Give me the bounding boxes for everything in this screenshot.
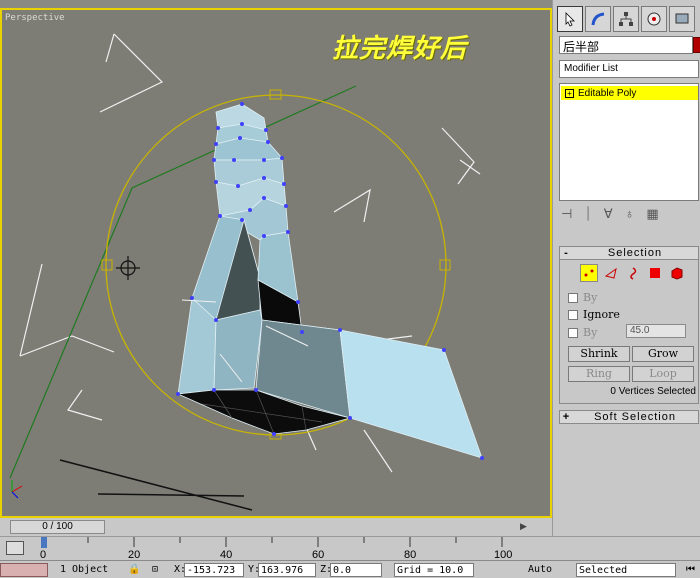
element-mode-icon[interactable] <box>668 264 686 282</box>
cursor-icon <box>565 12 575 27</box>
configure-sets-icon[interactable]: ▦ <box>646 206 658 222</box>
x-label: X: <box>174 564 187 575</box>
status-bar: 1 Object 🔒 ⊡ X: -153.723 Y: 163.976 Z: 0… <box>0 560 700 578</box>
motion-tab[interactable] <box>641 6 667 32</box>
shrink-button[interactable]: Shrink <box>568 346 630 362</box>
expand-icon[interactable]: + <box>565 88 574 98</box>
expand-icon: + <box>562 411 570 423</box>
soft-selection-title: Soft Selection <box>594 411 676 423</box>
subobject-icons <box>580 264 686 282</box>
y-coordinate-field[interactable]: 163.976 <box>258 563 316 577</box>
max-window: Perspective 拉完焊好后 后半部 Modifier List + Ed… <box>0 0 700 578</box>
time-slider[interactable]: 0 / 100 <box>10 520 105 534</box>
display-icon <box>675 13 689 24</box>
panel-tabs <box>557 6 695 32</box>
create-tab[interactable] <box>557 6 583 32</box>
vertex-mode-icon[interactable] <box>580 264 598 282</box>
pivot-gizmo <box>116 256 140 280</box>
maxscript-listener[interactable] <box>0 563 48 577</box>
stack-item-editable-poly[interactable]: + Editable Poly <box>561 86 698 100</box>
selected-dropdown[interactable]: Selected <box>576 563 676 577</box>
z-coordinate-field[interactable]: 0.0 <box>330 563 382 577</box>
command-panel: 后半部 Modifier List + Editable Poly ⊣ ⏐ ∀ … <box>552 0 700 536</box>
grow-button[interactable]: Grow <box>632 346 694 362</box>
object-name-field[interactable]: 后半部 <box>559 36 693 54</box>
x-coordinate-field[interactable]: -153.723 <box>184 563 244 577</box>
modifier-list-dropdown[interactable]: Modifier List <box>559 60 699 78</box>
modify-tab[interactable] <box>585 6 611 32</box>
ring-button[interactable]: Ring <box>568 366 630 382</box>
selection-rollout-body: By Ignore By 45.0 Shrink Grow Ring Loop … <box>559 258 699 404</box>
polygon-mode-icon[interactable] <box>646 264 664 282</box>
pin-stack-icon[interactable]: ⊣ <box>561 206 572 222</box>
auto-key-button[interactable]: Auto Key <box>526 563 574 578</box>
viewport-label[interactable]: Perspective <box>5 13 65 23</box>
show-end-result-icon[interactable]: ⏐ <box>584 206 591 222</box>
border-mode-icon[interactable] <box>624 264 642 282</box>
display-tab[interactable] <box>669 6 695 32</box>
time-bar: 0 / 100 ▶ <box>0 518 552 536</box>
axis-tripod <box>11 480 23 499</box>
grid-readout: Grid = 10.0 <box>394 563 474 577</box>
bend-icon <box>591 12 605 26</box>
motion-icon <box>647 12 661 26</box>
z-label: Z: <box>320 564 333 575</box>
stack-tools: ⊣ ⏐ ∀ ♁ ▦ <box>561 206 659 222</box>
ruler-ticks <box>41 537 503 548</box>
object-count: 1 Object <box>60 564 109 575</box>
y-label: Y: <box>248 564 261 575</box>
edge-mode-icon[interactable] <box>602 264 620 282</box>
stack-item-label: Editable Poly <box>578 87 637 99</box>
lock-icon[interactable]: 🔒 <box>126 563 140 577</box>
go-to-start-icon[interactable]: ⏮ <box>684 563 698 577</box>
make-unique-icon[interactable]: ∀ <box>604 206 613 222</box>
hierarchy-tab[interactable] <box>613 6 639 32</box>
viewport-annotation: 拉完焊好后 <box>332 34 468 64</box>
viewport-scene <box>9 33 484 511</box>
track-ruler[interactable]: 0 20 40 60 80 100 <box>0 536 700 561</box>
loop-button[interactable]: Loop <box>632 366 694 382</box>
by-vertex-checkbox[interactable]: By <box>568 291 597 304</box>
absolute-mode-icon[interactable]: ⊡ <box>150 563 164 577</box>
angle-spinner[interactable]: 45.0 <box>626 324 686 338</box>
object-color-swatch[interactable] <box>693 37 700 53</box>
perspective-viewport[interactable]: Perspective 拉完焊好后 <box>0 8 552 518</box>
selection-status: 0 Vertices Selected <box>610 386 696 397</box>
by-angle-checkbox[interactable]: By <box>568 326 597 339</box>
soft-selection-rollout-header[interactable]: + Soft Selection <box>559 410 699 424</box>
trackbar-icon[interactable] <box>6 541 24 555</box>
ignore-backfacing-checkbox[interactable]: Ignore <box>568 308 620 321</box>
modifier-stack[interactable]: + Editable Poly <box>559 83 699 201</box>
hierarchy-icon <box>619 12 633 26</box>
remove-modifier-icon[interactable]: ♁ <box>625 206 635 222</box>
viewport-top-strip <box>0 0 552 8</box>
time-next-arrow[interactable]: ▶ <box>520 521 527 532</box>
